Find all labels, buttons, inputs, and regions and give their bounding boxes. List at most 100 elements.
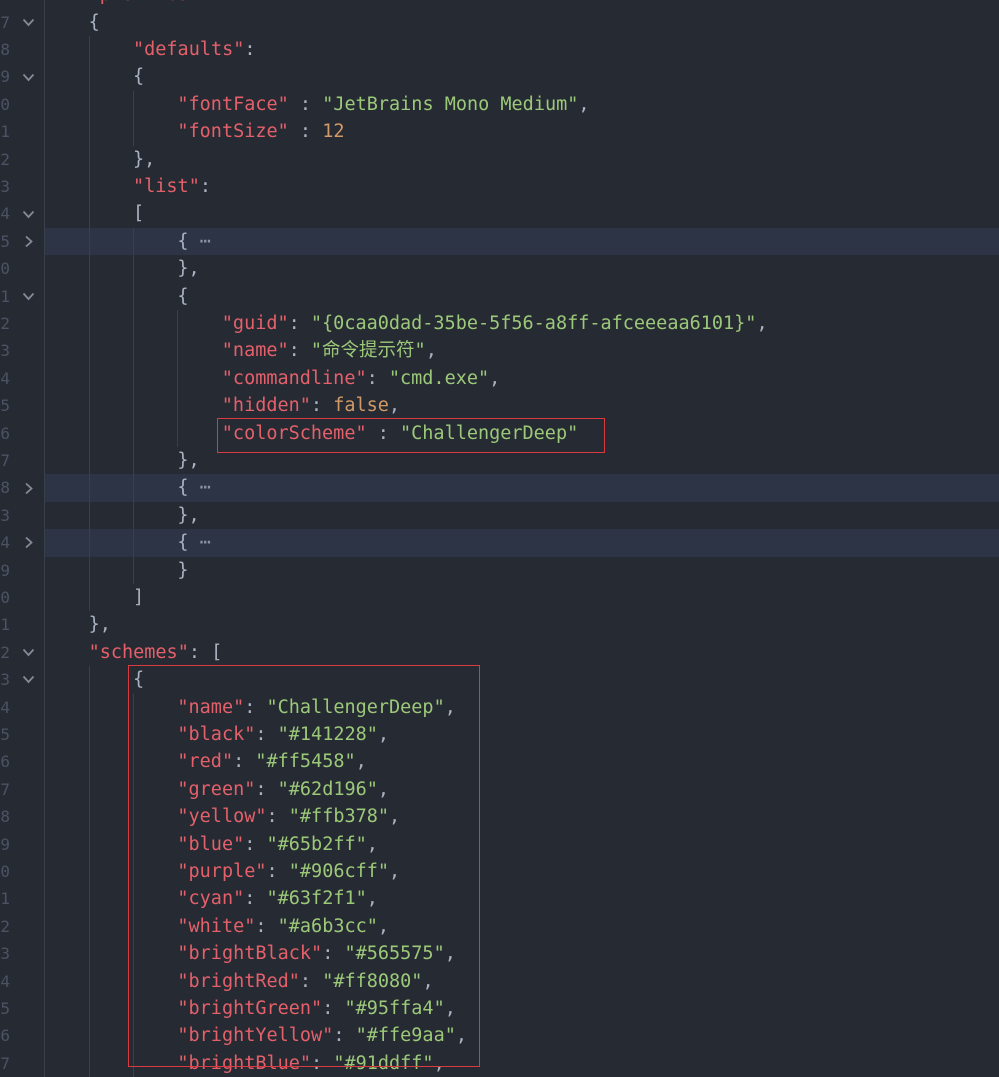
code-line: 25 "hidden": false, bbox=[0, 392, 999, 420]
code-text: "black": "#141228", bbox=[177, 724, 390, 745]
indent-guide bbox=[133, 858, 134, 886]
fold-chevron-expanded-icon[interactable] bbox=[18, 63, 38, 90]
code-line: 14 [ bbox=[0, 200, 999, 228]
code-line: 28 { ⋯ bbox=[0, 474, 999, 502]
indent-guide bbox=[133, 310, 134, 338]
indent-guide bbox=[88, 173, 90, 201]
code-text: { bbox=[177, 285, 189, 307]
code-line: 40] bbox=[0, 584, 999, 612]
line-number: 10 bbox=[0, 94, 10, 114]
code-text: }, bbox=[133, 148, 156, 170]
indent-guide bbox=[177, 337, 179, 365]
fold-chevron-collapsed-icon[interactable] bbox=[18, 474, 38, 501]
indent-guide bbox=[44, 912, 46, 941]
fold-ellipsis[interactable]: ⋯ bbox=[189, 231, 211, 252]
indent-guide bbox=[88, 666, 90, 694]
indent-guide bbox=[44, 255, 46, 283]
code-text: "brightBlue": "#91ddff", bbox=[177, 1052, 445, 1074]
code-text: "colorScheme" : "ChallengerDeep" bbox=[221, 422, 579, 444]
fold-chevron-expanded-icon[interactable] bbox=[18, 666, 38, 693]
indent-guide bbox=[133, 748, 134, 776]
indent-guide bbox=[88, 858, 90, 886]
code-text: }, bbox=[177, 450, 200, 471]
line-number: 54 bbox=[0, 971, 10, 991]
fold-chevron-collapsed-icon[interactable] bbox=[18, 529, 38, 556]
line-number: 46 bbox=[0, 752, 10, 772]
indent-guide bbox=[133, 474, 134, 502]
code-line: 20}, bbox=[0, 255, 999, 283]
indent-guide bbox=[44, 200, 46, 228]
indent-guide bbox=[44, 36, 46, 64]
code-line: 24 "commandline": "cmd.exe", bbox=[0, 364, 999, 393]
fold-chevron-expanded-icon[interactable] bbox=[18, 200, 38, 227]
json-settings-editor[interactable]: 6"profiles":7{8"defaults":9{10"fontFace"… bbox=[0, 0, 999, 1077]
code-line: 6 "profiles": bbox=[0, 0, 999, 9]
code-line: 27}, bbox=[0, 447, 999, 475]
line-number: 49 bbox=[0, 834, 10, 854]
code-line: 56 "brightYellow": "#ffe9aa", bbox=[0, 1022, 999, 1050]
code-text: { bbox=[133, 669, 145, 691]
code-text: "name": "命令提示符", bbox=[221, 340, 437, 362]
indent-guide bbox=[177, 364, 179, 393]
code-line: 55 "brightGreen": "#95ffa4", bbox=[0, 995, 999, 1023]
indent-guide bbox=[133, 912, 134, 941]
indent-guide bbox=[133, 501, 134, 530]
code-text: }, bbox=[177, 504, 200, 526]
code-text: }, bbox=[177, 258, 200, 280]
code-line: 15 { ⋯ bbox=[0, 227, 999, 256]
indent-guide bbox=[133, 227, 134, 256]
indent-guide bbox=[133, 556, 134, 584]
indent-guide bbox=[44, 529, 46, 557]
line-number: 15 bbox=[0, 231, 10, 251]
fold-chevron-collapsed-icon[interactable] bbox=[18, 228, 38, 255]
indent-guide bbox=[88, 995, 90, 1023]
indent-guide bbox=[44, 145, 46, 173]
code-line: 34 { ⋯ bbox=[0, 529, 999, 557]
indent-guide bbox=[88, 803, 90, 831]
line-number: 45 bbox=[0, 725, 10, 744]
line-number: 25 bbox=[0, 396, 10, 416]
indent-guide bbox=[44, 364, 46, 393]
code-line: 22 "guid": "{0caa0dad-35be-5f56-a8ff-afce… bbox=[0, 310, 999, 338]
code-text: "name": "ChallengerDeep", bbox=[177, 696, 456, 718]
indent-guide bbox=[88, 200, 90, 228]
indent-guide bbox=[44, 638, 46, 667]
indent-guide bbox=[44, 940, 46, 968]
fold-chevron-expanded-icon[interactable] bbox=[18, 639, 38, 666]
indent-guide bbox=[44, 419, 46, 447]
fold-ellipsis[interactable]: ⋯ bbox=[189, 477, 211, 498]
indent-guide bbox=[133, 940, 134, 968]
code-text: "blue": "#65b2ff", bbox=[177, 833, 378, 855]
indent-guide bbox=[44, 392, 46, 420]
line-number: 42 bbox=[0, 642, 10, 662]
fold-chevron-expanded-icon[interactable] bbox=[18, 9, 38, 36]
indent-guide bbox=[133, 419, 134, 447]
line-number: 48 bbox=[0, 807, 10, 827]
indent-guide bbox=[88, 529, 90, 557]
indent-guide bbox=[133, 830, 134, 858]
indent-guide bbox=[44, 693, 46, 721]
indent-guide bbox=[88, 693, 90, 721]
indent-guide bbox=[133, 118, 134, 146]
code-text: "brightGreen": "#95ffa4", bbox=[177, 998, 456, 1019]
line-number: 52 bbox=[0, 916, 10, 936]
indent-guide bbox=[133, 885, 134, 913]
line-number: 14 bbox=[0, 204, 10, 224]
line-number: 47 bbox=[0, 779, 10, 799]
indent-guide bbox=[44, 803, 46, 831]
code-text: { ⋯ bbox=[177, 230, 211, 252]
indent-guide bbox=[44, 0, 46, 9]
line-number: 7 bbox=[0, 12, 10, 32]
fold-chevron-expanded-icon[interactable] bbox=[18, 283, 38, 310]
code-text: "green": "#62d196", bbox=[177, 778, 390, 800]
code-text: [ bbox=[133, 203, 145, 225]
line-number: 9 bbox=[0, 67, 10, 87]
code-text: "brightYellow": "#ffe9aa", bbox=[177, 1025, 467, 1047]
indent-guide bbox=[133, 90, 134, 119]
code-text: "yellow": "#ffb378", bbox=[177, 806, 401, 828]
code-text: "hidden": false, bbox=[221, 395, 401, 417]
indent-guide bbox=[133, 1022, 134, 1050]
indent-guide bbox=[133, 775, 134, 804]
indent-guide bbox=[44, 337, 46, 365]
fold-ellipsis[interactable]: ⋯ bbox=[189, 532, 211, 553]
